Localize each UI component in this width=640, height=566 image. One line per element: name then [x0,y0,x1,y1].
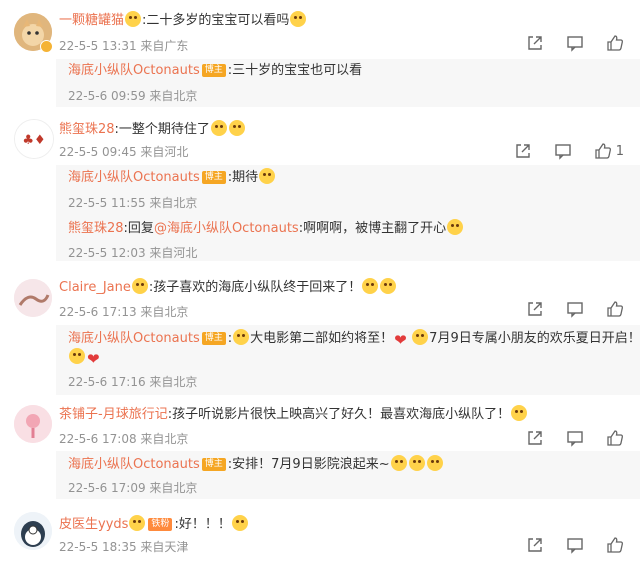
reply-username[interactable]: 海底小纵队Octonauts [68,170,200,185]
fan-badge: 铁粉 [148,518,173,531]
like-icon[interactable] [606,34,624,52]
comment-text: :好！！！ [174,517,231,532]
reply-text: :三十岁的宝宝也可以看 [227,63,363,78]
verified-badge-icon [40,40,53,53]
comment-username[interactable]: 皮医生yyds [59,517,128,532]
reply-time: 22-5-6 17:16 来自北京 [68,375,198,389]
heart-eyes-emoji-icon [129,515,146,531]
comment-text: :孩子喜欢的海底小纵队终于回来了！ [148,280,362,295]
comment-actions [504,34,624,52]
comment-text: :一整个期待住了 [114,122,210,137]
blogger-badge: 博主 [201,171,226,184]
reply-text: : [227,331,233,346]
comment-username[interactable]: Claire_Jane [59,280,131,295]
avatar[interactable] [14,405,52,443]
reply-line: 熊玺珠28:回复@海底小纵队Octonauts:啊啊啊，被博主翻了开心 [68,219,464,238]
share-icon[interactable] [526,536,544,554]
excited-emoji-icon [412,329,429,345]
excited-emoji-icon [228,120,245,136]
blogger-badge: 博主 [201,332,226,345]
comment-time: 22-5-6 17:08 来自北京 [59,432,189,446]
avatar[interactable] [14,512,52,550]
grin-emoji-icon [390,455,407,471]
like-icon[interactable] [606,429,624,447]
comment-time: 22-5-5 09:45 来自河北 [59,145,189,159]
comment-icon[interactable] [554,142,572,160]
reply-time: 22-5-5 11:55 来自北京 [68,196,198,210]
share-icon[interactable] [526,429,544,447]
excited-emoji-icon [231,515,248,531]
excited-emoji-icon [511,405,528,421]
comment-time: 22-5-6 17:13 来自北京 [59,305,189,319]
share-icon[interactable] [526,300,544,318]
reply-username[interactable]: 海底小纵队Octonauts [68,331,200,346]
comment-time: 22-5-5 18:35 来自天津 [59,540,189,554]
reply-time: 22-5-6 09:59 来自北京 [68,89,198,103]
reply-line-cont: ❤ [68,348,104,367]
like-icon[interactable] [606,300,624,318]
blogger-badge: 博主 [201,64,226,77]
comment-username[interactable]: 茶铺子-月球旅行记 [59,407,168,422]
share-icon[interactable] [514,142,532,160]
laugh-cry-emoji-icon [69,348,85,364]
like-icon[interactable] [594,142,612,160]
comment-actions [504,300,624,318]
laugh-cry-emoji-icon [408,455,425,471]
share-icon[interactable] [526,34,544,52]
comment-actions: 1 [492,142,624,160]
cry-emoji-icon [362,278,379,294]
comment-actions [504,429,624,447]
like-icon[interactable] [606,536,624,554]
reply-line: 海底小纵队Octonauts 博主:三十岁的宝宝也可以看 [68,62,362,80]
reply-username[interactable]: 海底小纵队Octonauts [68,63,200,78]
mention-link[interactable]: @海底小纵队Octonauts [154,221,299,236]
comment-line: 皮医生yyds 铁粉:好！！！ [59,515,249,534]
grin-emoji-icon [447,219,464,235]
excited-emoji-icon [259,168,276,184]
heart-eyes-emoji-icon [131,278,148,294]
cry-emoji-icon [380,278,397,294]
comment-actions [504,536,624,554]
comment-line: 熊玺珠28:一整个期待住了 [59,120,246,139]
comment-text: :二十多岁的宝宝可以看吗 [142,13,290,28]
heart-eyes-emoji-icon [125,11,142,27]
reply-time: 22-5-5 12:03 来自河北 [68,246,198,260]
comment-icon[interactable] [566,300,584,318]
reply-line: 海底小纵队Octonauts 博主: 大电影第二部如约将至！❤ 7月9日专属小朋友的欢… [68,329,640,348]
cat-emoji-icon [290,11,307,27]
reply-username[interactable]: 海底小纵队Octonauts [68,457,200,472]
reply-text: :回复 [123,221,154,236]
avatar[interactable]: ♣♦ [14,119,54,159]
reply-username[interactable]: 熊玺珠28 [68,221,124,236]
comment-time: 22-5-5 13:31 来自广东 [59,39,189,53]
reply-time: 22-5-6 17:09 来自北京 [68,481,198,495]
svg-text:♣♦: ♣♦ [22,133,45,148]
comment-icon[interactable] [566,34,584,52]
reply-text: :期待 [227,170,259,185]
comment-line: Claire_Jane :孩子喜欢的海底小纵队终于回来了！ [59,278,397,297]
party-emoji-icon [233,329,250,345]
comment-username[interactable]: 熊玺珠28 [59,122,115,137]
comment-username[interactable]: 一颗糖罐猫 [59,13,124,28]
reply-line: 海底小纵队Octonauts 博主:期待 [68,168,276,187]
avatar[interactable] [14,279,52,317]
reply-text: :安排！7月9日影院浪起来~ [227,457,390,472]
reply-line: 海底小纵队Octonauts 博主:安排！7月9日影院浪起来~ [68,455,444,474]
blogger-badge: 博主 [201,458,226,471]
excited-emoji-icon [426,455,443,471]
comment-line: 茶铺子-月球旅行记:孩子听说影片很快上映高兴了好久！最喜欢海底小纵队了！ [59,405,528,424]
reply-text: 大电影第二部如约将至！ [250,331,394,346]
heart-emoji-icon: ❤ [394,331,407,349]
comment-line: 一颗糖罐猫 :二十多岁的宝宝可以看吗 [59,11,307,30]
comment-text: :孩子听说影片很快上映高兴了好久！最喜欢海底小纵队了！ [167,407,511,422]
reply-text: 7月9日专属小朋友的欢乐夏日开启！ [429,331,640,346]
comment-icon[interactable] [566,536,584,554]
heart-emoji-icon: ❤ [87,350,100,368]
comment-icon[interactable] [566,429,584,447]
reply-text: :啊啊啊，被博主翻了开心 [298,221,447,236]
like-count: 1 [615,143,624,159]
excited-emoji-icon [210,120,227,136]
